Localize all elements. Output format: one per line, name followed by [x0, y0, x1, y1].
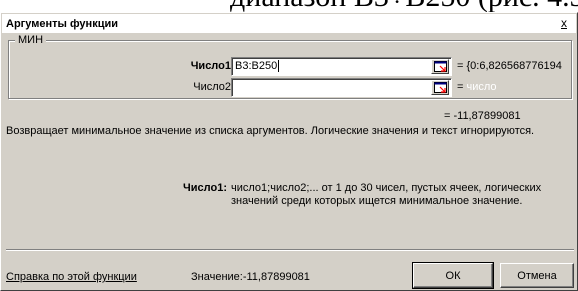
divider: [6, 249, 574, 251]
argument-help: Число1: число1;число2;... от 1 до 30 чис…: [1, 182, 578, 222]
number1-value: B3:B250: [235, 60, 278, 72]
dialog-title: Аргументы функции: [6, 17, 118, 30]
number1-input[interactable]: B3:B250: [231, 57, 452, 76]
close-icon[interactable]: x: [556, 17, 572, 31]
cancel-button[interactable]: Отмена: [500, 263, 574, 288]
function-arguments-dialog: Аргументы функции x МИН Число1 B3:B250 =…: [0, 12, 578, 291]
arg-label-number2: Число2: [193, 81, 231, 93]
arg-row-number1: Число1 B3:B250 = {0:6,826568776194: [9, 57, 573, 77]
number1-result: = {0:6,826568776194: [457, 60, 562, 72]
ok-button[interactable]: ОК: [412, 262, 494, 289]
collapse-dialog-icon[interactable]: [431, 80, 449, 95]
document-backdrop: диапазон B3÷B250 (рис. 4.31).: [0, 0, 578, 12]
function-name: МИН: [15, 34, 47, 46]
collapse-dialog-icon[interactable]: [431, 59, 449, 74]
function-description: Возвращает минимальное значение из списк…: [6, 125, 535, 137]
backdrop-text: диапазон B3÷B250 (рис. 4.31).: [230, 0, 578, 12]
dialog-titlebar: Аргументы функции x: [2, 14, 576, 33]
number2-result: = число: [457, 81, 573, 93]
help-link[interactable]: Справка по этой функции: [6, 271, 137, 283]
arg-label-number1: Число1: [190, 60, 231, 72]
function-group: МИН Число1 B3:B250 = {0:6,826568776194 Ч…: [8, 34, 573, 99]
argument-help-text: число1;число2;... от 1 до 30 чисел, пуст…: [231, 182, 542, 207]
number2-result-placeholder: число: [466, 81, 497, 93]
arg-row-number2: Число2 = число: [9, 78, 573, 98]
formula-result: = -11,87899081: [444, 110, 521, 122]
argument-help-name: Число1:: [183, 182, 227, 194]
value-line: Значение:-11,87899081: [191, 271, 310, 283]
text-caret: [278, 60, 280, 73]
number2-input[interactable]: [231, 78, 452, 97]
